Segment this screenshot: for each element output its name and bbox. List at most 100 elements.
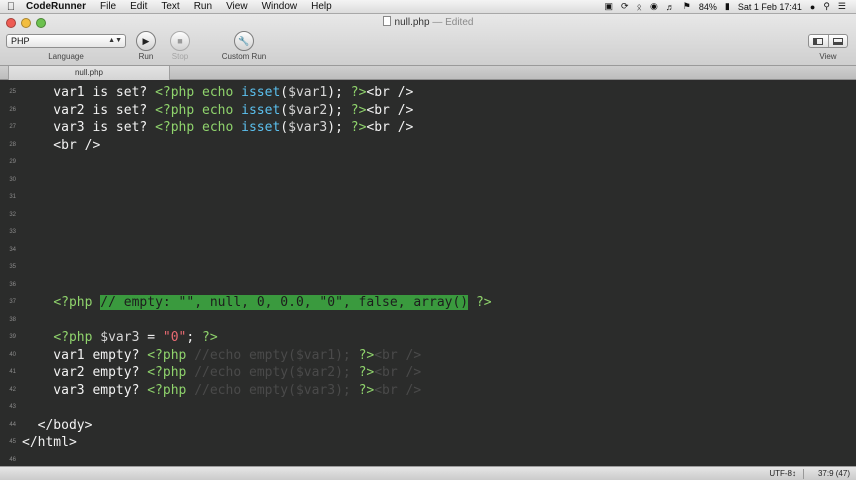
line-number: 43 bbox=[9, 404, 16, 410]
code-token: <?php bbox=[147, 365, 195, 380]
code-token: $var1 bbox=[288, 85, 328, 100]
code-token: isset bbox=[241, 102, 281, 118]
code-token: var2 is set? bbox=[22, 102, 156, 118]
code-line[interactable]: 42 var3 empty? <?php //echo empty($var3)… bbox=[0, 382, 856, 400]
bluetooth-icon[interactable]: ᛟ bbox=[637, 2, 642, 12]
line-code: var3 is set? <?php echo isset($var3); ?>… bbox=[22, 119, 413, 137]
menu-run[interactable]: Run bbox=[187, 0, 219, 14]
custom-run-label: Custom Run bbox=[221, 52, 267, 61]
code-editor[interactable]: 25 var1 is set? <?php echo isset($var1);… bbox=[0, 82, 856, 466]
code-line[interactable]: 37 <?php // empty: "", null, 0, 0.0, "0"… bbox=[0, 294, 856, 312]
code-token: $var2 bbox=[288, 102, 328, 118]
code-token: ( bbox=[280, 120, 289, 135]
code-line[interactable]: 30 bbox=[0, 172, 856, 190]
sidebar-pane-icon bbox=[813, 37, 824, 45]
encoding-selector[interactable]: UTF-8↕ bbox=[769, 469, 796, 478]
list-icon[interactable]: ☰ bbox=[838, 1, 846, 12]
code-line[interactable]: 41 var2 empty? <?php //echo empty($var2)… bbox=[0, 364, 856, 382]
code-token: </html> bbox=[22, 435, 77, 450]
code-token: var2 empty? bbox=[22, 365, 148, 380]
tab-null-php[interactable]: null.php bbox=[8, 66, 170, 80]
menu-window[interactable]: Window bbox=[255, 0, 305, 14]
code-token: ?> bbox=[468, 295, 492, 310]
code-line[interactable]: 33 bbox=[0, 224, 856, 242]
code-line[interactable]: 25 var1 is set? <?php echo isset($var1);… bbox=[0, 84, 856, 102]
code-line[interactable]: 28 <br /> bbox=[0, 137, 856, 155]
code-line[interactable]: 43 bbox=[0, 399, 856, 417]
stop-button[interactable]: ■ bbox=[170, 31, 190, 51]
spotlight-icon[interactable]: ⚲ bbox=[823, 1, 830, 12]
line-number: 32 bbox=[9, 211, 16, 218]
flag-icon[interactable]: ⚑ bbox=[683, 1, 691, 12]
apple-menu-icon[interactable]:  bbox=[0, 1, 22, 13]
menu-text[interactable]: Text bbox=[154, 0, 186, 14]
code-line[interactable]: 44 </body> bbox=[0, 417, 856, 435]
code-line[interactable]: 29 bbox=[0, 154, 856, 172]
cursor-position: 37:9 (47) bbox=[817, 469, 850, 478]
code-token: ?> bbox=[358, 382, 375, 398]
custom-run-button[interactable]: 🔧 bbox=[234, 31, 254, 51]
clock[interactable]: Sat 1 Feb 17:41 bbox=[738, 2, 802, 12]
code-token: <br /> bbox=[374, 365, 422, 380]
code-token: ?> bbox=[350, 102, 367, 118]
code-token: ( bbox=[280, 102, 289, 118]
wifi-icon[interactable]: ◉ bbox=[650, 1, 658, 12]
view-label: View bbox=[819, 52, 837, 61]
code-line[interactable]: 27 var3 is set? <?php echo isset($var3);… bbox=[0, 119, 856, 137]
code-line[interactable]: 31 bbox=[0, 189, 856, 207]
toggle-console-button[interactable] bbox=[827, 35, 848, 47]
code-token: var3 is set? bbox=[22, 120, 156, 135]
wrench-icon: 🔧 bbox=[238, 35, 250, 46]
menu-help[interactable]: Help bbox=[304, 0, 339, 14]
line-number: 31 bbox=[9, 194, 16, 200]
code-token: <br /> bbox=[22, 137, 101, 153]
code-token: <br /> bbox=[366, 102, 414, 118]
line-number: 30 bbox=[9, 176, 16, 183]
code-line[interactable]: 38 bbox=[0, 312, 856, 330]
code-token: <?php bbox=[53, 330, 101, 345]
sync-icon[interactable]: ⟳ bbox=[621, 1, 629, 12]
line-code: var2 is set? <?php echo isset($var2); ?>… bbox=[22, 102, 413, 120]
code-token: <?php echo bbox=[155, 120, 242, 135]
code-line[interactable]: 40 var1 empty? <?php //echo empty($var1)… bbox=[0, 347, 856, 365]
code-token: ?> bbox=[350, 85, 367, 100]
code-token: var1 is set? bbox=[22, 85, 156, 100]
code-token: var1 empty? bbox=[22, 347, 148, 363]
code-token: <?php bbox=[147, 382, 195, 398]
code-token: <br /> bbox=[366, 85, 414, 100]
code-token: ); bbox=[327, 120, 351, 135]
code-token: isset bbox=[241, 120, 281, 135]
menu-file[interactable]: File bbox=[93, 0, 123, 14]
code-line[interactable]: 39 <?php $var3 = "0"; ?> bbox=[0, 329, 856, 347]
battery-icon[interactable]: ▮ bbox=[725, 1, 730, 12]
code-token: ); bbox=[327, 85, 351, 100]
language-select-value: PHP bbox=[11, 36, 30, 46]
line-number: 35 bbox=[9, 264, 16, 270]
view-toggle bbox=[808, 34, 848, 48]
code-line[interactable]: 32 bbox=[0, 207, 856, 225]
language-select[interactable]: PHP ▲▼ bbox=[6, 34, 126, 48]
line-code: <?php $var3 = "0"; ?> bbox=[22, 329, 217, 347]
toggle-sidebar-button[interactable] bbox=[809, 35, 828, 47]
battery-percent[interactable]: 84% bbox=[699, 2, 717, 12]
code-token: <br /> bbox=[366, 120, 414, 135]
user-icon[interactable]: ● bbox=[810, 2, 815, 12]
code-token: $var3 bbox=[100, 330, 140, 345]
code-token: <?php bbox=[53, 295, 101, 310]
line-number: 26 bbox=[9, 106, 16, 113]
menu-edit[interactable]: Edit bbox=[123, 0, 154, 14]
volume-icon[interactable]: ♬ bbox=[666, 2, 675, 12]
stop-icon: ■ bbox=[177, 36, 183, 46]
line-number: 41 bbox=[9, 369, 16, 375]
code-line[interactable]: 34 bbox=[0, 242, 856, 260]
display-icon[interactable]: ▣ bbox=[604, 1, 613, 12]
run-button[interactable]: ▶ bbox=[136, 31, 156, 51]
status-bar: UTF-8↕ 37:9 (47) bbox=[0, 466, 856, 480]
line-number: 34 bbox=[9, 246, 16, 253]
code-line[interactable]: 35 bbox=[0, 259, 856, 277]
code-line[interactable]: 26 var2 is set? <?php echo isset($var2);… bbox=[0, 102, 856, 120]
code-line[interactable]: 36 bbox=[0, 277, 856, 295]
code-line[interactable]: 45 </html> bbox=[0, 434, 856, 452]
menu-app-name[interactable]: CodeRunner bbox=[22, 0, 93, 14]
menu-view[interactable]: View bbox=[219, 0, 255, 14]
